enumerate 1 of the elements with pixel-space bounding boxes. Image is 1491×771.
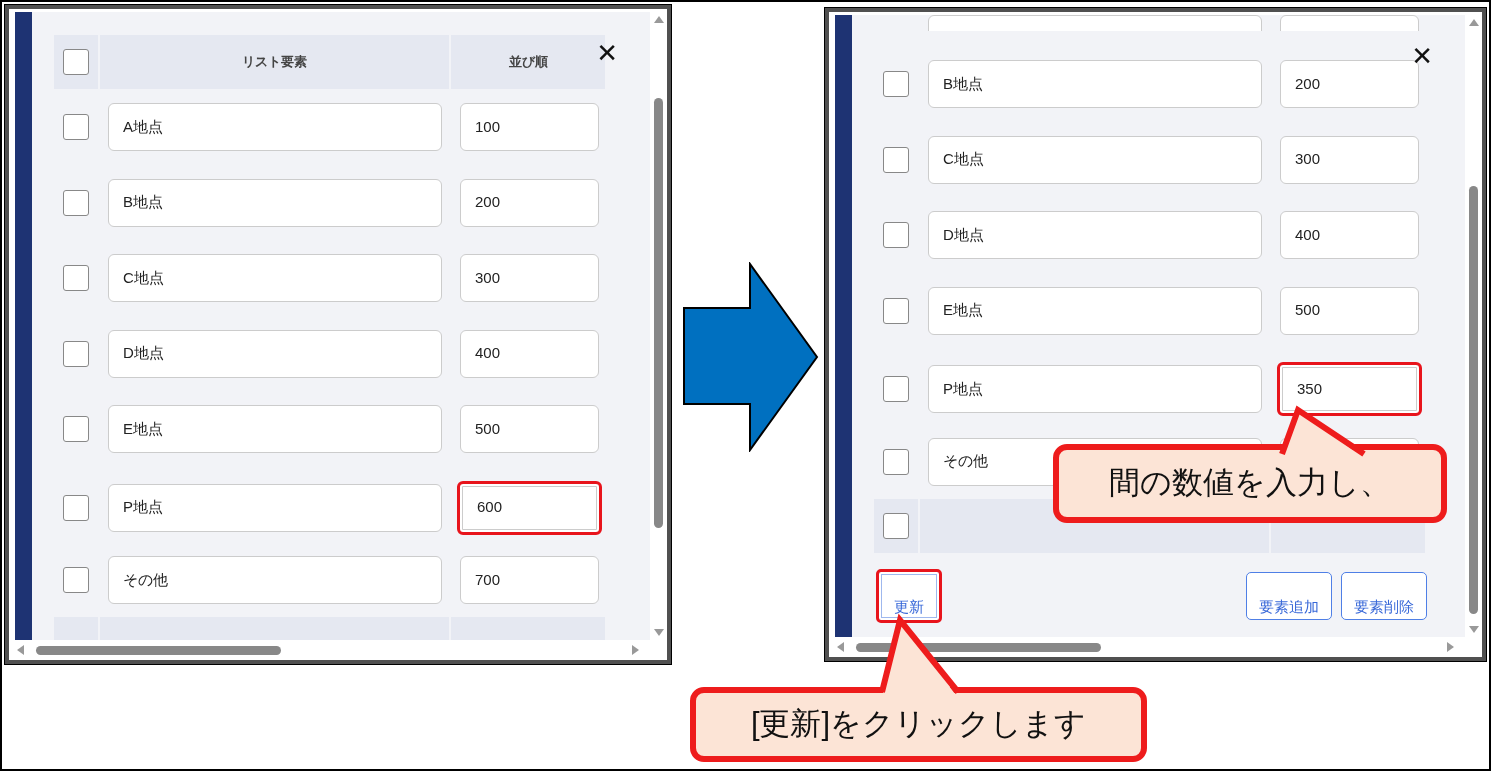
column-header: リスト要素 [100,35,449,89]
